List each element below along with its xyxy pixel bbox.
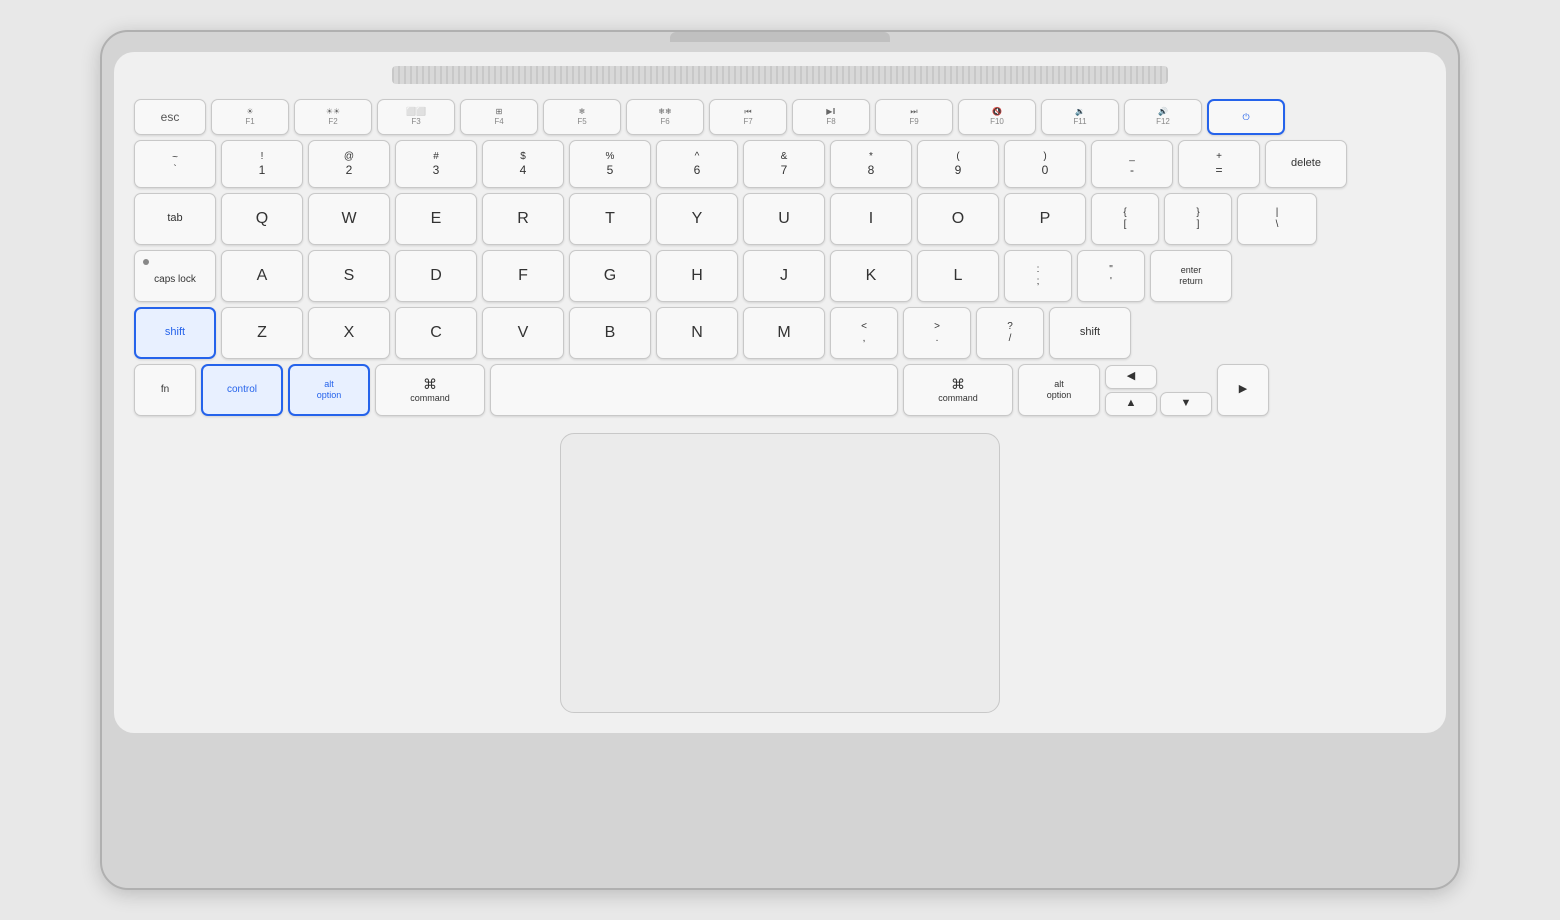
key-f3[interactable]: ⬜⬜F3 [377, 99, 455, 135]
key-period[interactable]: >. [903, 307, 971, 359]
key-t[interactable]: T [569, 193, 651, 245]
key-f12[interactable]: 🔊F12 [1124, 99, 1202, 135]
key-i[interactable]: I [830, 193, 912, 245]
key-x[interactable]: X [308, 307, 390, 359]
key-a[interactable]: A [221, 250, 303, 302]
key-e[interactable]: E [395, 193, 477, 245]
key-arrow-down[interactable]: ▼ [1160, 392, 1212, 416]
key-bracket-left[interactable]: {[ [1091, 193, 1159, 245]
asdf-row: caps lock A S D F G H J K L :; "' enter … [134, 250, 1426, 302]
key-c[interactable]: C [395, 307, 477, 359]
key-j[interactable]: J [743, 250, 825, 302]
key-backtick[interactable]: ~ ` [134, 140, 216, 188]
key-arrow-up[interactable]: ▲ [1105, 392, 1157, 416]
key-o[interactable]: O [917, 193, 999, 245]
key-n[interactable]: N [656, 307, 738, 359]
key-u[interactable]: U [743, 193, 825, 245]
key-f8[interactable]: ▶‖F8 [792, 99, 870, 135]
key-7[interactable]: &7 [743, 140, 825, 188]
key-w[interactable]: W [308, 193, 390, 245]
key-tab[interactable]: tab [134, 193, 216, 245]
key-arrow-left[interactable]: ◀ [1105, 365, 1157, 389]
key-h[interactable]: H [656, 250, 738, 302]
key-f4[interactable]: ⊞F4 [460, 99, 538, 135]
key-equals[interactable]: += [1178, 140, 1260, 188]
key-p[interactable]: P [1004, 193, 1086, 245]
key-comma[interactable]: <, [830, 307, 898, 359]
function-row: esc ☀F1 ☀☀F2 ⬜⬜F3 ⊞F4 ❄F5 ❄❄F6 ⏮F7 ▶‖F8 … [134, 99, 1426, 135]
key-f5[interactable]: ❄F5 [543, 99, 621, 135]
qwerty-row: tab Q W E R T Y U I O P {[ }] |\ [134, 193, 1426, 245]
key-3[interactable]: #3 [395, 140, 477, 188]
key-8[interactable]: *8 [830, 140, 912, 188]
key-f9[interactable]: ⏭F9 [875, 99, 953, 135]
keyboard-area: esc ☀F1 ☀☀F2 ⬜⬜F3 ⊞F4 ❄F5 ❄❄F6 ⏮F7 ▶‖F8 … [114, 52, 1446, 733]
key-y[interactable]: Y [656, 193, 738, 245]
key-f1[interactable]: ☀F1 [211, 99, 289, 135]
caps-lock-indicator [143, 259, 149, 265]
key-9[interactable]: (9 [917, 140, 999, 188]
key-k[interactable]: K [830, 250, 912, 302]
speaker-grille [392, 66, 1167, 84]
key-z[interactable]: Z [221, 307, 303, 359]
key-slash[interactable]: ?/ [976, 307, 1044, 359]
key-f6[interactable]: ❄❄F6 [626, 99, 704, 135]
key-s[interactable]: S [308, 250, 390, 302]
key-return[interactable]: enter return [1150, 250, 1232, 302]
key-2[interactable]: @2 [308, 140, 390, 188]
arrow-key-group: ◀ ▲ ▼ [1105, 365, 1212, 416]
key-bracket-right[interactable]: }] [1164, 193, 1232, 245]
key-f11[interactable]: 🔉F11 [1041, 99, 1119, 135]
key-b[interactable]: B [569, 307, 651, 359]
key-4[interactable]: $4 [482, 140, 564, 188]
key-option-right[interactable]: alt option [1018, 364, 1100, 416]
key-power[interactable]: ⏻ [1207, 99, 1285, 135]
key-shift-right[interactable]: shift [1049, 307, 1131, 359]
key-1[interactable]: !1 [221, 140, 303, 188]
key-q[interactable]: Q [221, 193, 303, 245]
key-f2[interactable]: ☀☀F2 [294, 99, 372, 135]
key-space[interactable] [490, 364, 898, 416]
number-row: ~ ` !1 @2 #3 $4 %5 ^6 &7 *8 (9 )0 _- += … [134, 140, 1426, 188]
key-option-left[interactable]: alt option [288, 364, 370, 416]
key-5[interactable]: %5 [569, 140, 651, 188]
key-caps-lock[interactable]: caps lock [134, 250, 216, 302]
key-semicolon[interactable]: :; [1004, 250, 1072, 302]
key-m[interactable]: M [743, 307, 825, 359]
laptop-body: esc ☀F1 ☀☀F2 ⬜⬜F3 ⊞F4 ❄F5 ❄❄F6 ⏮F7 ▶‖F8 … [100, 30, 1460, 890]
laptop-hinge [670, 32, 890, 42]
key-quote[interactable]: "' [1077, 250, 1145, 302]
key-shift-left[interactable]: shift [134, 307, 216, 359]
key-esc[interactable]: esc [134, 99, 206, 135]
key-control[interactable]: control [201, 364, 283, 416]
key-arrow-right[interactable]: ▶ [1217, 364, 1269, 416]
zxcv-row: shift Z X C V B N M <, >. ?/ shift [134, 307, 1426, 359]
key-minus[interactable]: _- [1091, 140, 1173, 188]
key-command-left[interactable]: ⌘ command [375, 364, 485, 416]
key-f[interactable]: F [482, 250, 564, 302]
key-command-right[interactable]: ⌘ command [903, 364, 1013, 416]
key-backslash[interactable]: |\ [1237, 193, 1317, 245]
key-l[interactable]: L [917, 250, 999, 302]
key-f7[interactable]: ⏮F7 [709, 99, 787, 135]
key-d[interactable]: D [395, 250, 477, 302]
key-r[interactable]: R [482, 193, 564, 245]
key-f10[interactable]: 🔇F10 [958, 99, 1036, 135]
key-v[interactable]: V [482, 307, 564, 359]
trackpad[interactable] [560, 433, 1000, 713]
key-0[interactable]: )0 [1004, 140, 1086, 188]
key-6[interactable]: ^6 [656, 140, 738, 188]
key-delete[interactable]: delete [1265, 140, 1347, 188]
key-fn[interactable]: fn [134, 364, 196, 416]
key-g[interactable]: G [569, 250, 651, 302]
modifier-row: fn control alt option ⌘ command ⌘ comman… [134, 364, 1426, 416]
